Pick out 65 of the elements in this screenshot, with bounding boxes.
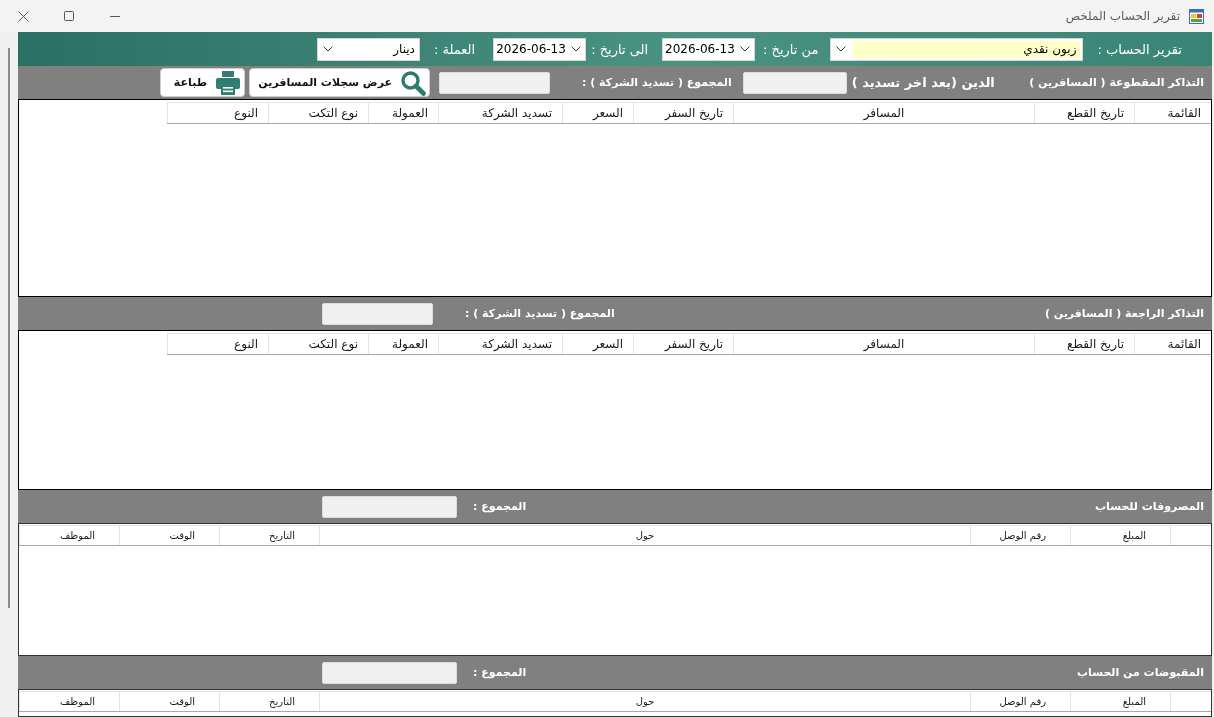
column-header: العمولة bbox=[368, 334, 438, 354]
minimize-icon bbox=[110, 15, 120, 17]
column-header: النوع bbox=[167, 334, 268, 354]
column-header: النوع bbox=[167, 103, 268, 123]
to-date-label: الى تاريخ : bbox=[591, 41, 649, 57]
account-label: تقرير الحساب : bbox=[1097, 41, 1182, 57]
total-field[interactable] bbox=[322, 302, 433, 325]
column-header: تسديد الشركة bbox=[438, 334, 562, 354]
account-dropdown[interactable]: زبون نقدي bbox=[830, 37, 1084, 61]
column-header: الموظف bbox=[19, 692, 119, 711]
column-header: الموظف bbox=[19, 526, 119, 545]
from-date-label: من تاريخ : bbox=[763, 41, 819, 57]
debt-label: الدين (بعد اخر تسديد ) bbox=[851, 75, 995, 90]
column-header: حول bbox=[319, 526, 970, 545]
total-label: المجموع ( تسديد الشركة ) : bbox=[582, 76, 732, 89]
column-header: السعر bbox=[562, 334, 633, 354]
debt-field[interactable] bbox=[742, 71, 847, 94]
printer-icon bbox=[215, 69, 241, 96]
total-field[interactable] bbox=[439, 71, 550, 94]
column-header: تاريخ القطع bbox=[1034, 103, 1134, 123]
column-header: العمولة bbox=[368, 103, 438, 123]
total-field[interactable] bbox=[322, 495, 457, 518]
from-date-picker[interactable]: 2026-06-13 bbox=[662, 37, 756, 61]
section-title: التذاكر المقطوعة ( المسافرين ) bbox=[1029, 76, 1204, 89]
column-header: التاريخ bbox=[219, 692, 319, 711]
column-header: تاريخ السفر bbox=[633, 334, 733, 354]
column-header: القائمة bbox=[1134, 334, 1211, 354]
total-label: المجموع ( تسديد الشركة ) : bbox=[465, 307, 615, 320]
section-title: المصروفات للحساب bbox=[1095, 500, 1204, 513]
search-button[interactable]: عرض سجلات المسافرين bbox=[249, 68, 430, 97]
section-title: المقبوضات من الحساب bbox=[1077, 666, 1204, 679]
app-window-icon bbox=[1189, 8, 1204, 24]
currency-dropdown[interactable]: دينار bbox=[316, 37, 420, 61]
total-label: المجموع : bbox=[473, 666, 527, 679]
currency-label: العملة : bbox=[433, 41, 476, 57]
column-header: السعر bbox=[562, 103, 633, 123]
column-header: رقم الوصل bbox=[970, 692, 1070, 711]
chevron-down-icon bbox=[739, 46, 750, 52]
column-header: تاريخ السفر bbox=[633, 103, 733, 123]
close-icon bbox=[17, 10, 29, 22]
column-header: تسديد الشركة bbox=[438, 103, 562, 123]
column-header: القائمة bbox=[1134, 103, 1211, 123]
column-header: رقم الوصل bbox=[970, 526, 1070, 545]
print-button[interactable]: طباعة bbox=[160, 68, 245, 97]
column-header: الوقت bbox=[119, 692, 219, 711]
section-title: التذاكر الراجعة ( المسافرين ) bbox=[1044, 307, 1204, 320]
column-header: المسافر bbox=[733, 334, 1034, 354]
column-header: المبلغ bbox=[1070, 692, 1170, 711]
to-date-picker[interactable]: 2026-06-13 bbox=[493, 37, 587, 61]
total-field[interactable] bbox=[322, 661, 457, 684]
chevron-down-icon bbox=[322, 46, 333, 52]
total-label: المجموع : bbox=[473, 500, 527, 513]
column-header: نوع التكت bbox=[268, 103, 368, 123]
column-header: حول bbox=[319, 692, 970, 711]
search-icon bbox=[400, 69, 426, 96]
column-header: التاريخ bbox=[219, 526, 319, 545]
chevron-down-icon bbox=[570, 46, 581, 52]
window-title: تقرير الحساب الملخص bbox=[1065, 9, 1180, 23]
column-header: المسافر bbox=[733, 103, 1034, 123]
column-header: المبلغ bbox=[1070, 526, 1170, 545]
column-header: تاريخ القطع bbox=[1034, 334, 1134, 354]
column-header: نوع التكت bbox=[268, 334, 368, 354]
column-header: الوقت bbox=[119, 526, 219, 545]
chevron-down-icon bbox=[836, 46, 847, 52]
maximize-icon bbox=[64, 11, 74, 21]
